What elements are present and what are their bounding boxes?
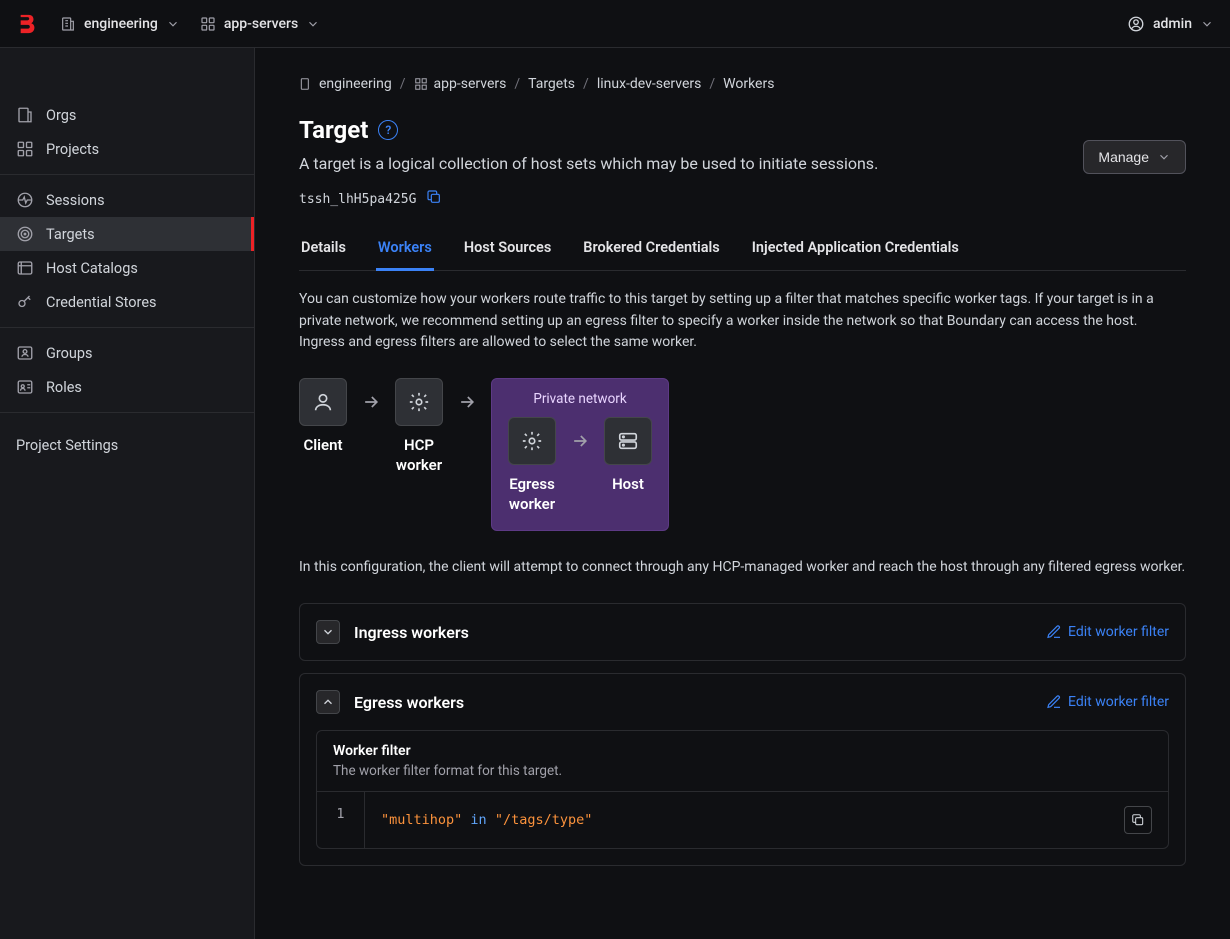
workers-description: You can customize how your workers route… <box>299 289 1186 354</box>
filter-code: "multihop" in "/tags/type" <box>381 812 592 828</box>
sidebar-item-orgs[interactable]: Orgs <box>0 98 254 132</box>
workers-diagram: Client HCP worker Private network Egress <box>299 378 1186 531</box>
breadcrumb-item[interactable]: app-servers <box>414 76 507 92</box>
page-title: Target <box>299 116 368 144</box>
line-number: 1 <box>317 792 365 848</box>
sidebar-item-roles[interactable]: Roles <box>0 370 254 404</box>
client-icon <box>299 378 347 426</box>
ingress-title: Ingress workers <box>354 623 469 642</box>
expand-toggle[interactable] <box>316 620 340 644</box>
sidebar-item-sessions[interactable]: Sessions <box>0 183 254 217</box>
org-selector-label: engineering <box>84 16 158 32</box>
arrow-right-icon <box>457 378 477 426</box>
breadcrumb-item[interactable]: Targets <box>528 76 575 92</box>
org-selector[interactable]: engineering <box>60 16 180 32</box>
egress-title: Egress workers <box>354 693 464 712</box>
help-icon[interactable]: ? <box>378 120 398 140</box>
sidebar-project-settings[interactable]: Project Settings <box>0 421 254 470</box>
sidebar-item-label: Sessions <box>46 192 105 209</box>
gear-icon <box>395 378 443 426</box>
tab-workers[interactable]: Workers <box>376 229 434 270</box>
sidebar-item-label: Host Catalogs <box>46 260 138 277</box>
edit-egress-filter-link[interactable]: Edit worker filter <box>1046 694 1169 710</box>
tab-injected-credentials[interactable]: Injected Application Credentials <box>750 229 961 270</box>
target-id: tssh_lhH5pa425G <box>299 192 416 207</box>
breadcrumb-item: Workers <box>723 76 774 92</box>
tab-details[interactable]: Details <box>299 229 348 270</box>
collapse-toggle[interactable] <box>316 690 340 714</box>
sidebar-item-label: Credential Stores <box>46 294 157 311</box>
sidebar-item-label: Roles <box>46 379 82 396</box>
tabs: Details Workers Host Sources Brokered Cr… <box>299 229 1186 271</box>
filter-subtitle: The worker filter format for this target… <box>333 763 1152 779</box>
page-subtitle: A target is a logical collection of host… <box>299 154 878 173</box>
user-menu[interactable]: admin <box>1127 15 1214 33</box>
manage-button[interactable]: Manage <box>1083 140 1186 174</box>
gear-icon <box>508 417 556 465</box>
sidebar-item-label: Groups <box>46 345 93 362</box>
sidebar-item-groups[interactable]: Groups <box>0 336 254 370</box>
user-menu-label: admin <box>1153 16 1192 32</box>
sidebar-item-targets[interactable]: Targets <box>0 217 254 251</box>
ingress-workers-panel: Ingress workers Edit worker filter <box>299 603 1186 661</box>
tab-host-sources[interactable]: Host Sources <box>462 229 553 270</box>
sidebar-item-label: Projects <box>46 141 99 158</box>
project-selector[interactable]: app-servers <box>200 16 320 32</box>
breadcrumb-item[interactable]: linux-dev-servers <box>597 76 702 92</box>
copy-code-button[interactable] <box>1124 806 1152 834</box>
server-icon <box>604 417 652 465</box>
sidebar-item-credential-stores[interactable]: Credential Stores <box>0 285 254 319</box>
breadcrumb: engineering / app-servers / Targets / li… <box>299 76 1186 92</box>
tab-brokered-credentials[interactable]: Brokered Credentials <box>581 229 721 270</box>
private-network-box: Private network Egress worker Host <box>491 378 669 531</box>
egress-workers-panel: Egress workers Edit worker filter Worker… <box>299 673 1186 866</box>
sidebar-item-host-catalogs[interactable]: Host Catalogs <box>0 251 254 285</box>
sidebar-item-projects[interactable]: Projects <box>0 132 254 166</box>
boundary-logo[interactable] <box>16 12 40 36</box>
copy-id-icon[interactable] <box>426 189 442 209</box>
breadcrumb-item[interactable]: engineering <box>299 76 392 92</box>
filter-title: Worker filter <box>333 743 1152 759</box>
sidebar-item-label: Targets <box>46 226 95 243</box>
sidebar-item-label: Orgs <box>46 107 76 124</box>
arrow-right-icon <box>570 417 590 465</box>
arrow-right-icon <box>361 378 381 426</box>
project-selector-label: app-servers <box>224 16 298 32</box>
workers-config-note: In this configuration, the client will a… <box>299 559 1186 575</box>
edit-ingress-filter-link[interactable]: Edit worker filter <box>1046 624 1169 640</box>
